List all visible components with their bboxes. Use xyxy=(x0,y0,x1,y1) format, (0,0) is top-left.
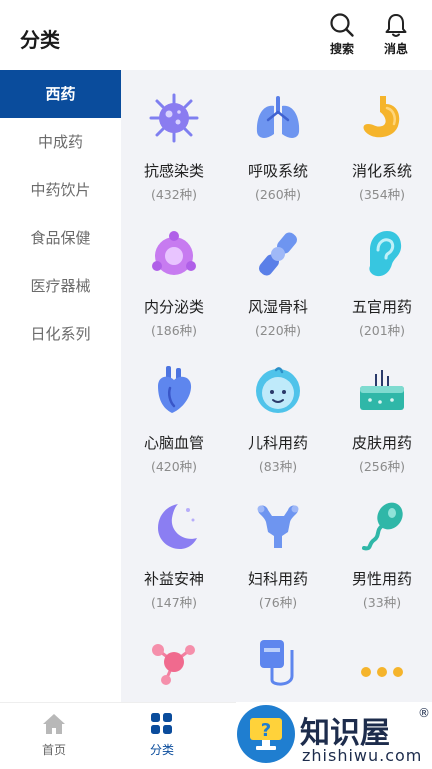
category-gynecology[interactable]: 妇科用药 (76种) xyxy=(226,478,330,614)
category-count: (201种) xyxy=(358,323,406,338)
watermark-url: zhishiwu.com xyxy=(302,746,423,765)
search-button[interactable]: 搜索 xyxy=(322,12,362,57)
category-count: (76种) xyxy=(258,595,298,610)
category-count: (432种) xyxy=(150,187,198,202)
category-name: 男性用药 xyxy=(351,570,412,588)
category-name: 风湿骨科 xyxy=(247,298,308,316)
category-name: 心脑血管 xyxy=(143,434,204,452)
skin-icon xyxy=(360,370,404,410)
category-count: (220种) xyxy=(254,323,302,338)
category-digestive[interactable]: 消化系统 (354种) xyxy=(330,70,432,206)
search-icon xyxy=(330,13,354,37)
svg-text:?: ? xyxy=(261,720,271,741)
ear-icon xyxy=(369,231,402,277)
category-tonic-sedative[interactable]: 补益安神 (147种) xyxy=(122,478,226,614)
molecule-icon xyxy=(152,644,195,685)
moon-icon xyxy=(158,504,197,549)
category-endocrine[interactable]: 内分泌类 (186种) xyxy=(122,206,226,342)
category-count: (256种) xyxy=(358,459,406,474)
category-molecule[interactable] xyxy=(122,614,226,702)
category-name: 五官用药 xyxy=(351,298,412,316)
category-dermatology[interactable]: 皮肤用药 (256种) xyxy=(330,342,432,478)
more-dots-icon xyxy=(361,667,403,677)
sidebar-item-daily-chemicals[interactable]: 日化系列 xyxy=(0,310,121,358)
lungs-icon xyxy=(256,96,300,138)
sidebar-item-western-medicine[interactable]: 西药 xyxy=(0,70,121,118)
category-name: 皮肤用药 xyxy=(351,434,412,452)
watermark-registered: ® xyxy=(418,706,430,720)
category-name: 消化系统 xyxy=(351,162,412,180)
heart-icon xyxy=(158,366,192,413)
category-name: 抗感染类 xyxy=(143,162,204,180)
grid-icon xyxy=(151,713,172,734)
tab-home[interactable]: 首页 xyxy=(19,713,89,758)
category-iv-drip[interactable] xyxy=(226,614,330,702)
page-title: 分类 xyxy=(20,28,60,52)
category-count: (147种) xyxy=(150,595,198,610)
sidebar-item-herbal-pieces[interactable]: 中药饮片 xyxy=(0,166,121,214)
search-label: 搜索 xyxy=(329,42,354,56)
category-count: (33种) xyxy=(362,595,402,610)
bell-icon xyxy=(385,14,407,37)
category-name: 妇科用药 xyxy=(247,570,308,588)
stomach-icon xyxy=(363,96,400,138)
category-male-health[interactable]: 男性用药 (33种) xyxy=(330,478,432,614)
gland-icon xyxy=(152,231,196,275)
category-anti-infection[interactable]: 抗感染类 (432种) xyxy=(122,70,226,206)
message-button[interactable]: 消息 xyxy=(376,12,416,57)
category-count: (83种) xyxy=(258,459,298,474)
home-icon xyxy=(43,714,65,734)
category-name: 呼吸系统 xyxy=(247,162,308,180)
sidebar-item-medical-devices[interactable]: 医疗器械 xyxy=(0,262,121,310)
category-count: (260种) xyxy=(254,187,302,202)
tab-category-label: 分类 xyxy=(149,743,174,757)
category-count: (186种) xyxy=(150,323,198,338)
question-computer-icon: ? xyxy=(237,705,295,763)
tab-category[interactable]: 分类 xyxy=(127,713,197,758)
bone-joint-icon xyxy=(259,232,297,276)
category-respiratory[interactable]: 呼吸系统 (260种) xyxy=(226,70,330,206)
sperm-icon xyxy=(362,502,403,551)
header: 分类 搜索 消息 xyxy=(0,0,432,70)
virus-icon xyxy=(149,93,199,143)
category-count: (354种) xyxy=(358,187,406,202)
sidebar-item-chinese-patent-medicine[interactable]: 中成药 xyxy=(0,118,121,166)
category-rheumatism-orthopedics[interactable]: 风湿骨科 (220种) xyxy=(226,206,330,342)
category-count: (420种) xyxy=(150,459,198,474)
sidebar-item-health-food[interactable]: 食品保健 xyxy=(0,214,121,262)
category-name: 补益安神 xyxy=(143,570,204,588)
watermark-logo: ? 知识屋 ® zhishiwu.com xyxy=(236,702,432,768)
category-pediatrics[interactable]: 儿科用药 (83种) xyxy=(226,342,330,478)
category-grid: 抗感染类 (432种) 呼吸系统 (260种) 消化系统 (354种) 内分泌类… xyxy=(121,70,432,702)
category-sidebar: 西药 中成药 中药饮片 食品保健 医疗器械 日化系列 xyxy=(0,70,121,702)
iv-drip-icon xyxy=(260,640,294,686)
message-label: 消息 xyxy=(383,42,408,56)
category-name: 儿科用药 xyxy=(247,434,308,452)
uterus-icon xyxy=(257,505,299,548)
tab-home-label: 首页 xyxy=(41,743,66,757)
baby-icon xyxy=(256,367,300,413)
category-more[interactable] xyxy=(330,614,432,702)
category-name: 内分泌类 xyxy=(143,298,204,316)
category-ent[interactable]: 五官用药 (201种) xyxy=(330,206,432,342)
category-cardiovascular[interactable]: 心脑血管 (420种) xyxy=(122,342,226,478)
